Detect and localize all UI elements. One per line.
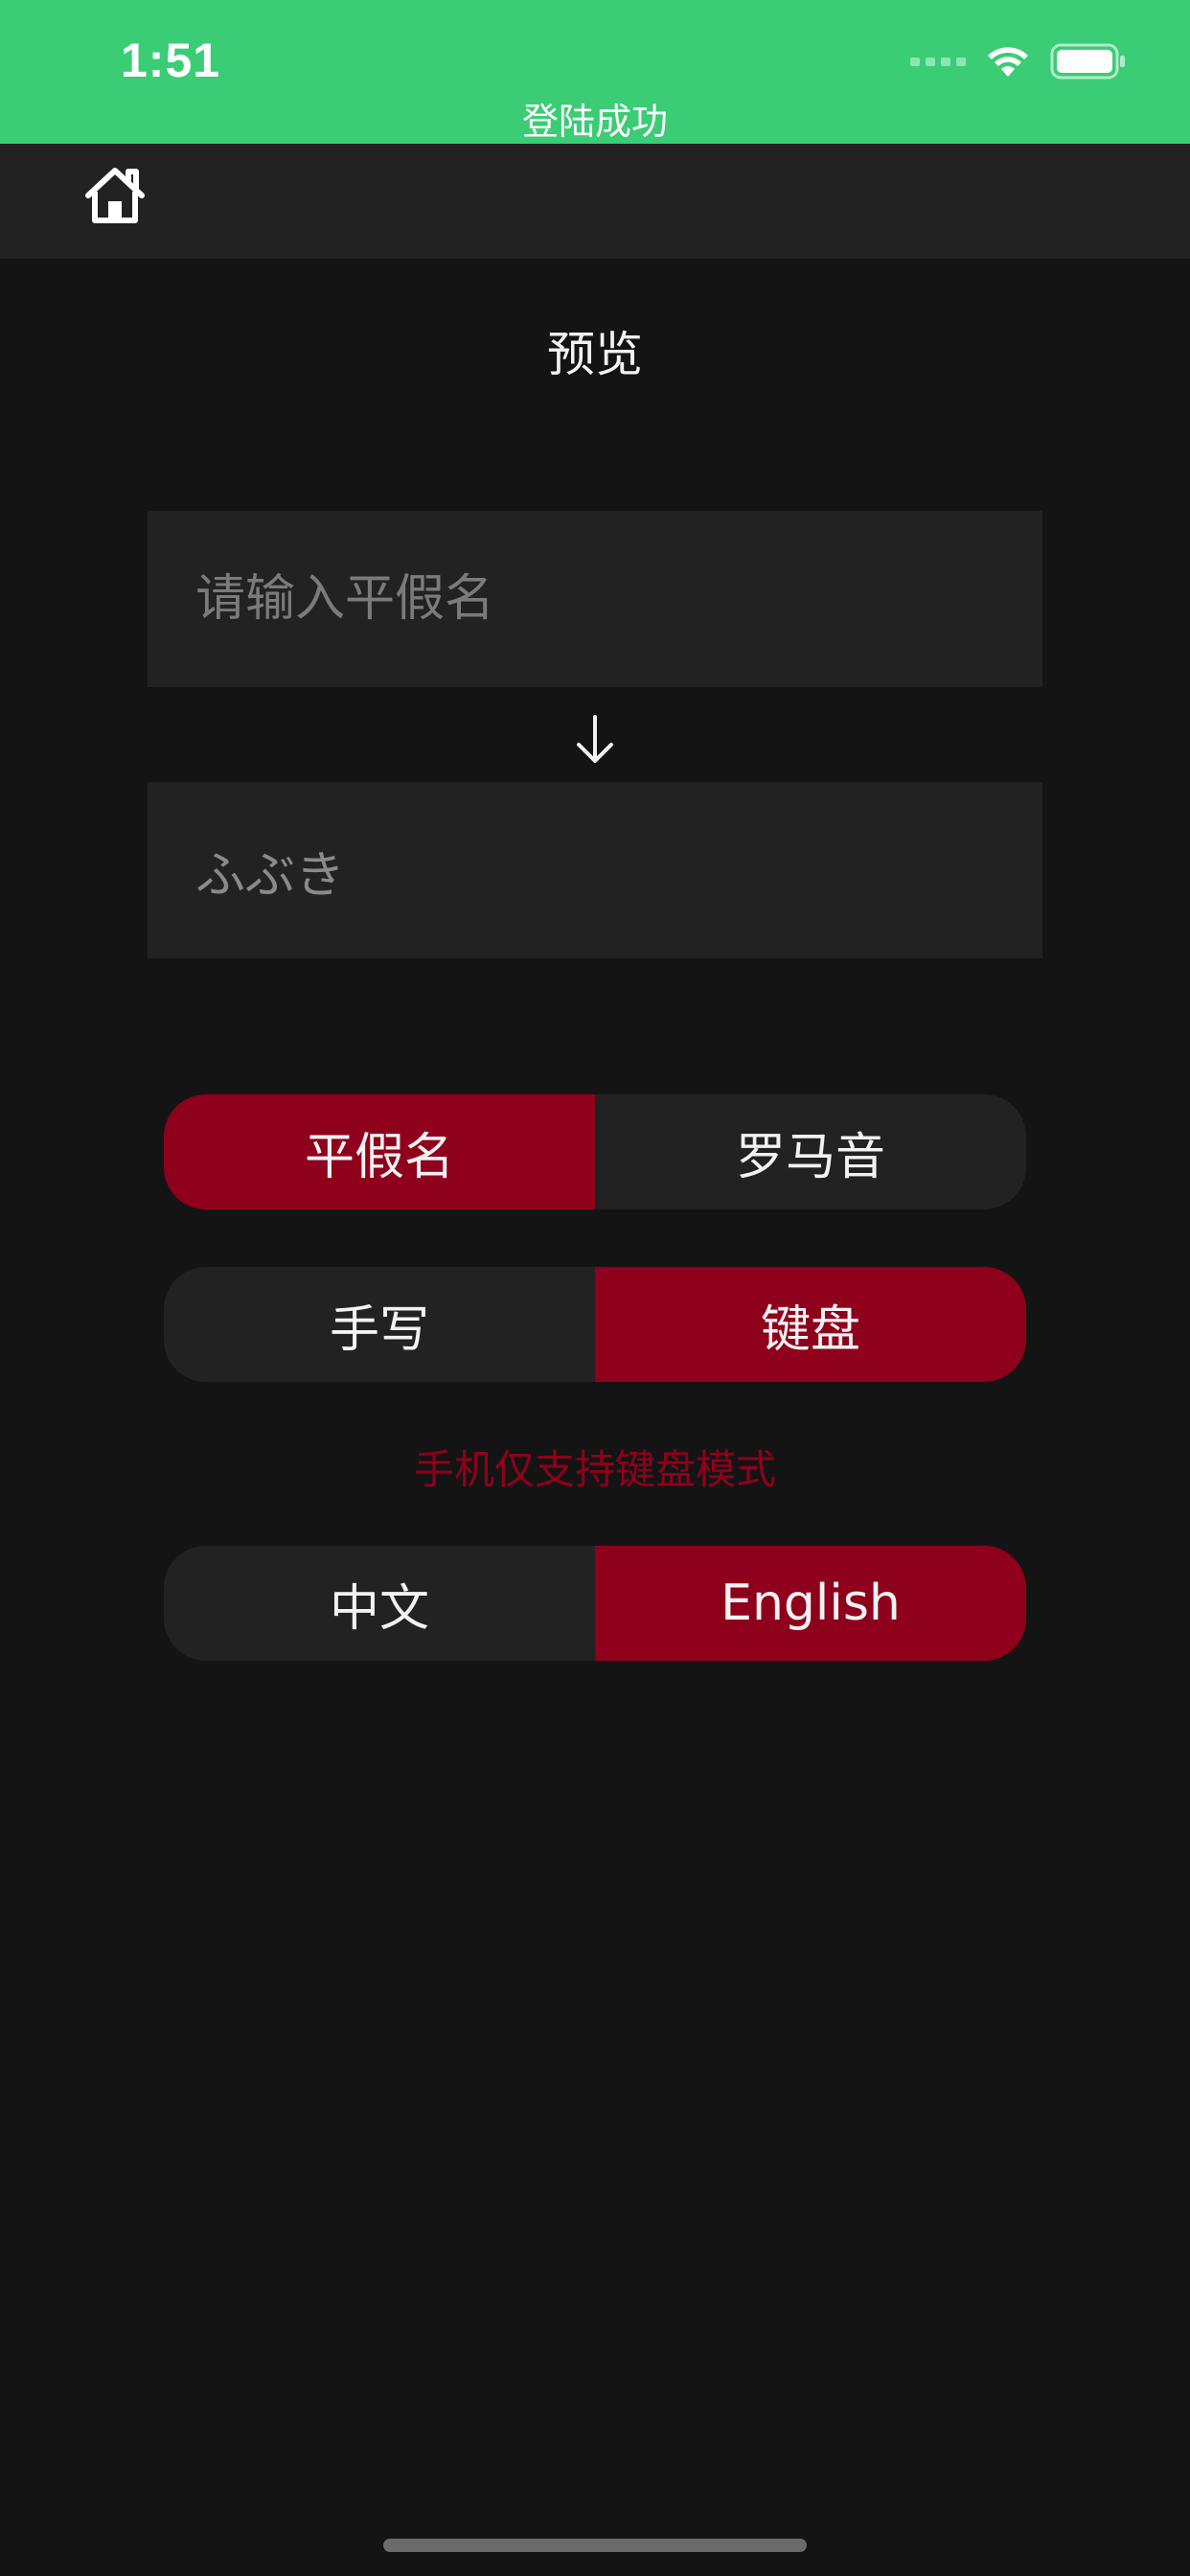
output-text: ふぶき bbox=[195, 846, 346, 905]
input-mode-toggle: 手写 键盘 bbox=[164, 1267, 1026, 1382]
option-chinese[interactable]: 中文 bbox=[164, 1546, 595, 1661]
home-icon bbox=[85, 168, 145, 223]
nav-bar bbox=[0, 144, 1190, 259]
conversion-output: ふぶき bbox=[148, 782, 1042, 958]
home-indicator[interactable] bbox=[383, 2539, 807, 2552]
battery-icon bbox=[1050, 43, 1125, 80]
language-toggle: 中文 English bbox=[164, 1546, 1026, 1661]
status-bar: 1:51 登陆成功 bbox=[0, 0, 1190, 144]
home-button[interactable] bbox=[82, 163, 148, 228]
option-keyboard[interactable]: 键盘 bbox=[595, 1267, 1026, 1382]
script-toggle: 平假名 罗马音 bbox=[164, 1094, 1026, 1209]
keyboard-only-notice: 手机仅支持键盘模式 bbox=[413, 1446, 776, 1493]
option-handwriting[interactable]: 手写 bbox=[164, 1267, 595, 1382]
status-time: 1:51 bbox=[121, 34, 221, 87]
option-english[interactable]: English bbox=[595, 1546, 1026, 1661]
page-title: 预览 bbox=[547, 327, 643, 382]
login-success-banner: 登陆成功 bbox=[521, 101, 668, 143]
wifi-icon bbox=[988, 47, 1028, 77]
status-icons bbox=[910, 42, 1127, 80]
signal-icon bbox=[910, 57, 966, 66]
arrow-down-icon bbox=[577, 715, 613, 763]
hiragana-input[interactable] bbox=[148, 511, 1042, 687]
option-romaji[interactable]: 罗马音 bbox=[595, 1094, 1026, 1209]
option-hiragana[interactable]: 平假名 bbox=[164, 1094, 595, 1209]
